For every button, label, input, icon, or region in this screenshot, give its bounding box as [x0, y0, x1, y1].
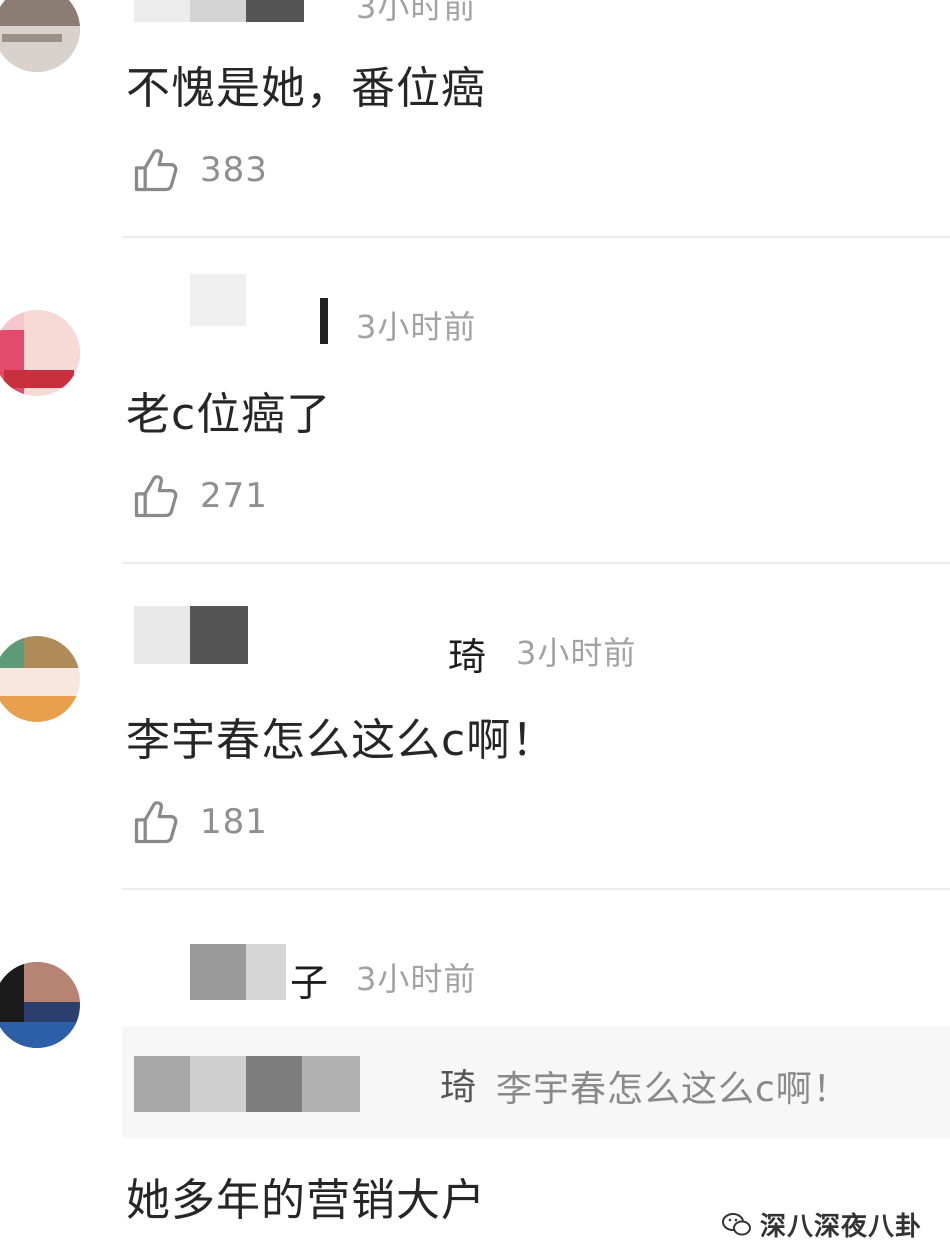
- like-count: 181: [200, 802, 268, 842]
- username-masked[interactable]: [134, 606, 248, 664]
- divider: [122, 236, 950, 238]
- username-masked[interactable]: [134, 0, 304, 22]
- avatar[interactable]: [0, 636, 80, 722]
- username-tail[interactable]: 琦: [448, 626, 486, 681]
- watermark: 深八深夜八卦: [721, 1206, 922, 1243]
- username-tail[interactable]: 子: [290, 952, 328, 1007]
- comment-time: 3小时前: [356, 308, 477, 346]
- comment-text: 不愧是她，番位癌: [126, 63, 486, 114]
- quoted-username-tail: 琦: [440, 1067, 477, 1108]
- username-fragment: [320, 298, 328, 344]
- reply-quote[interactable]: 琦 李宇春怎么这么c啊！: [122, 1026, 950, 1138]
- watermark-text: 深八深夜八卦: [759, 1212, 922, 1242]
- like-button[interactable]: 271: [130, 468, 268, 524]
- like-count: 383: [200, 150, 268, 190]
- avatar[interactable]: [0, 310, 80, 396]
- thumbs-up-icon: [134, 475, 178, 518]
- divider: [122, 888, 950, 890]
- thumbs-up-icon: [134, 149, 178, 192]
- comment-time: 3小时前: [356, 0, 477, 26]
- like-count: 271: [200, 476, 268, 516]
- comment-text: 她多年的营销大户: [126, 1175, 486, 1226]
- wechat-icon: [721, 1212, 751, 1235]
- username-masked[interactable]: [190, 274, 246, 326]
- comment-time: 3小时前: [356, 960, 477, 998]
- avatar[interactable]: [0, 962, 80, 1048]
- comment-time: 3小时前: [516, 634, 637, 672]
- like-button[interactable]: 181: [130, 794, 268, 850]
- like-button[interactable]: 383: [130, 142, 268, 198]
- thumbs-up-icon: [134, 801, 178, 844]
- divider: [122, 562, 950, 564]
- avatar[interactable]: [0, 0, 80, 72]
- quoted-username-masked: [134, 1056, 360, 1112]
- quoted-comment-text: 李宇春怎么这么c啊！: [496, 1069, 850, 1110]
- comment-text: 李宇春怎么这么c啊！: [126, 715, 557, 766]
- comment-text: 老c位癌了: [126, 389, 332, 440]
- username-masked[interactable]: [190, 944, 286, 1000]
